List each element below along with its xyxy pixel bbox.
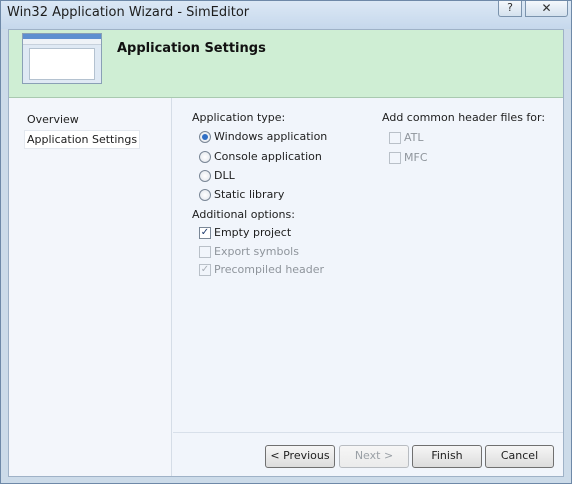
dll-radio[interactable]: DLL — [199, 169, 349, 185]
nav-item-application-settings[interactable]: Application Settings — [24, 130, 141, 149]
empty-project-label: Empty project — [214, 226, 292, 239]
title-bar[interactable]: Win32 Application Wizard - SimEditor ? ✕ — [1, 1, 571, 29]
export-symbols-checkbox[interactable]: Export symbols — [199, 245, 349, 261]
nav-item-overview[interactable]: Overview — [25, 111, 81, 128]
wizard-nav: Overview Application Settings — [9, 98, 172, 476]
radio-indicator — [199, 189, 211, 201]
page-title: Application Settings — [117, 41, 266, 56]
application-type-label: Application type: — [192, 111, 286, 124]
windows-application-label: Windows application — [214, 130, 328, 143]
console-application-label: Console application — [214, 150, 322, 163]
precompiled-header-label: Precompiled header — [214, 263, 325, 276]
thumb-menubar — [23, 39, 101, 45]
checkbox-box — [389, 152, 401, 164]
additional-options-label: Additional options: — [192, 208, 295, 221]
previous-button[interactable]: < Previous — [265, 445, 335, 468]
atl-checkbox[interactable]: ATL — [389, 131, 469, 147]
empty-project-checkbox[interactable]: ✓ Empty project — [199, 226, 349, 242]
header-files-label: Add common header files for: — [382, 111, 546, 124]
cancel-button[interactable]: Cancel — [485, 445, 554, 468]
windows-application-radio[interactable]: Windows application — [199, 130, 349, 146]
next-button[interactable]: Next > — [339, 445, 409, 468]
close-icon: ✕ — [541, 1, 552, 15]
wizard-window: Win32 Application Wizard - SimEditor ? ✕… — [0, 0, 572, 484]
check-icon: ✓ — [199, 227, 211, 239]
static-library-label: Static library — [214, 188, 285, 201]
radio-indicator — [199, 170, 211, 182]
settings-panel: Application type: Windows application Co… — [173, 98, 563, 428]
close-button[interactable]: ✕ — [525, 1, 568, 17]
export-symbols-label: Export symbols — [214, 245, 299, 258]
radio-indicator — [199, 151, 211, 163]
mfc-checkbox[interactable]: MFC — [389, 151, 469, 167]
help-button[interactable]: ? — [498, 1, 522, 17]
wizard-banner: Application Settings — [9, 30, 563, 98]
precompiled-header-checkbox[interactable]: ✓ Precompiled header — [199, 263, 349, 279]
atl-label: ATL — [404, 131, 424, 144]
static-library-radio[interactable]: Static library — [199, 188, 349, 204]
thumb-body — [29, 48, 95, 80]
application-window-icon — [22, 33, 102, 84]
check-icon: ✓ — [199, 264, 211, 276]
window-title: Win32 Application Wizard - SimEditor — [7, 5, 250, 20]
wizard-footer: < Previous Next > Finish Cancel — [173, 432, 563, 476]
checkbox-box — [199, 246, 211, 258]
console-application-radio[interactable]: Console application — [199, 150, 349, 166]
dll-label: DLL — [214, 169, 235, 182]
help-icon: ? — [507, 1, 513, 14]
finish-button[interactable]: Finish — [412, 445, 482, 468]
wizard-client: Application Settings Overview Applicatio… — [8, 29, 564, 477]
mfc-label: MFC — [404, 151, 428, 164]
checkbox-box — [389, 132, 401, 144]
radio-indicator — [199, 131, 211, 143]
